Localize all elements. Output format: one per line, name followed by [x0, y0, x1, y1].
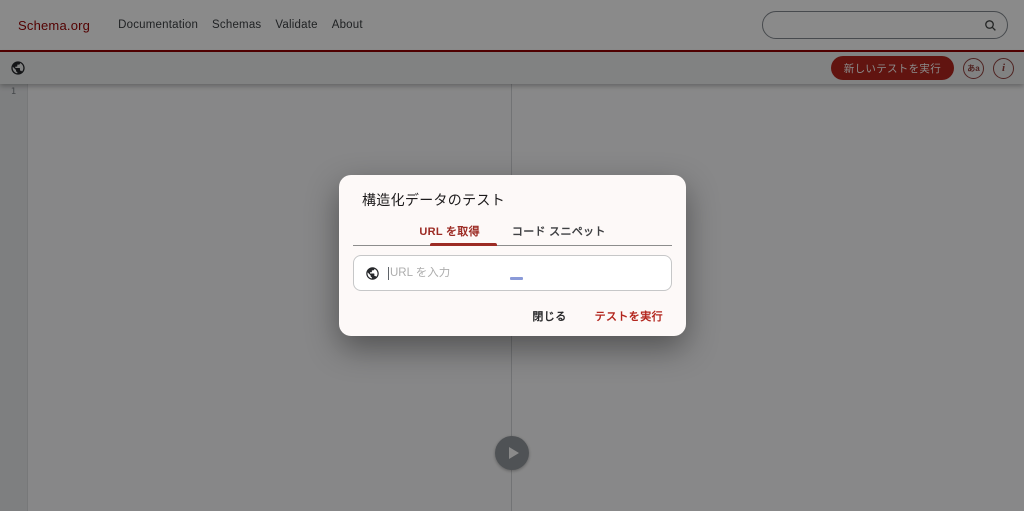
- url-input-field[interactable]: [353, 255, 672, 291]
- run-test-button[interactable]: テストを実行: [593, 306, 665, 326]
- dialog-actions: 閉じる テストを実行: [339, 306, 665, 326]
- dialog-tabs: URL を取得 コード スニペット: [339, 223, 686, 245]
- tab-code-snippet[interactable]: コード スニペット: [510, 223, 608, 245]
- url-input[interactable]: [389, 267, 660, 279]
- dialog-title: 構造化データのテスト: [362, 192, 505, 208]
- active-tab-indicator: [430, 243, 497, 246]
- tab-fetch-url[interactable]: URL を取得: [417, 223, 482, 245]
- ime-underline: [510, 277, 523, 280]
- test-dialog: 構造化データのテスト URL を取得 コード スニペット 閉じる テストを実行: [339, 175, 686, 336]
- globe-icon: [366, 266, 379, 280]
- close-button[interactable]: 閉じる: [530, 306, 568, 326]
- tab-divider: [353, 243, 672, 246]
